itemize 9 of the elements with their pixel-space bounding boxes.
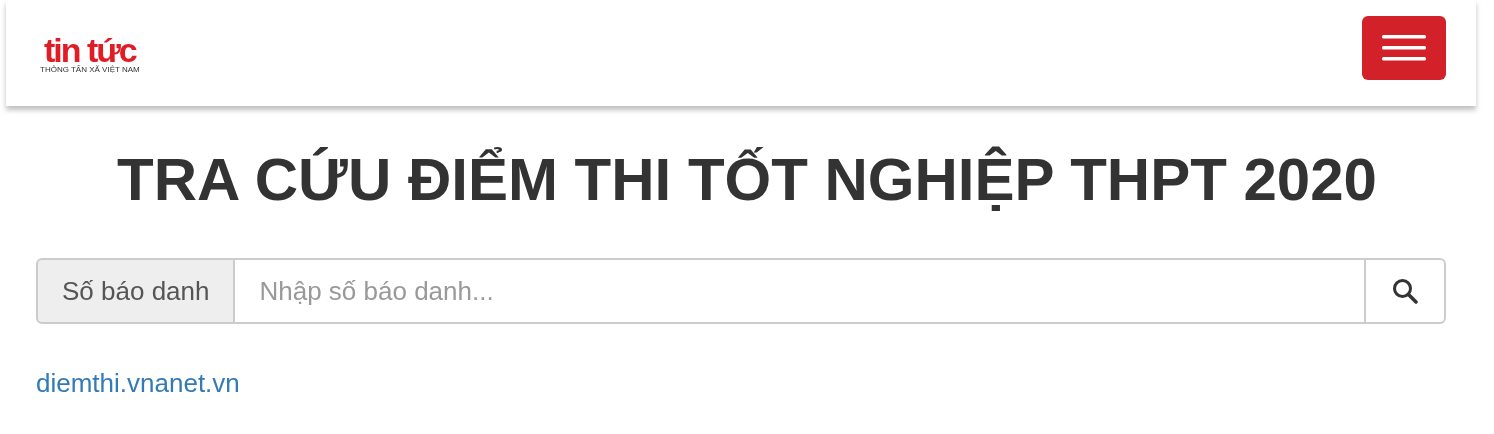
search-icon	[1392, 278, 1418, 304]
menu-icon	[1382, 32, 1426, 64]
search-button[interactable]	[1366, 258, 1446, 324]
site-link[interactable]: diemthi.vnanet.vn	[36, 368, 240, 399]
site-logo[interactable]: tin tức THÔNG TẤN XÃ VIỆT NAM	[40, 35, 140, 75]
page-title: TRA CỨU ĐIỂM THI TỐT NGHIỆP THPT 2020	[116, 145, 1378, 215]
menu-button[interactable]	[1362, 16, 1446, 80]
field-label: Số báo danh	[36, 258, 236, 324]
input-field[interactable]: Nhập số báo danh...	[235, 258, 1366, 324]
